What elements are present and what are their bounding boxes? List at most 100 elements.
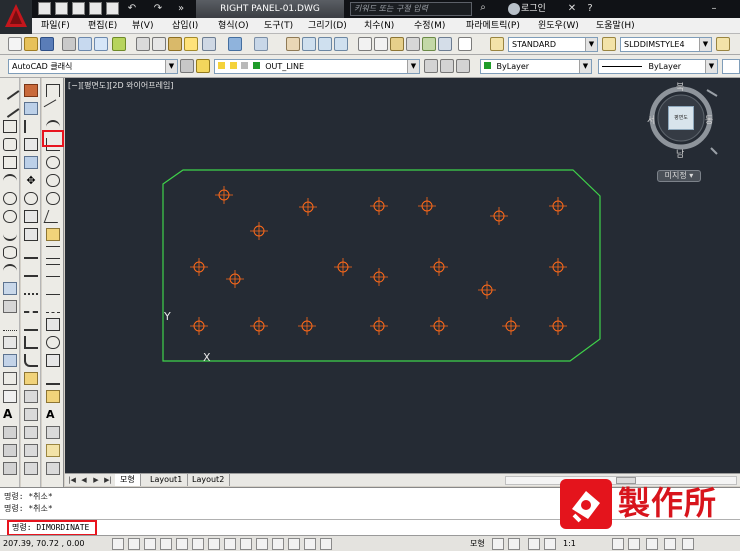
dimension-style-icon[interactable] (46, 444, 60, 457)
open-file-icon[interactable] (55, 2, 68, 15)
pan-status-icon[interactable] (528, 538, 540, 550)
print-icon[interactable] (62, 37, 76, 51)
menu-draw[interactable]: 그리기(D) (308, 18, 347, 34)
dimension-override-icon[interactable] (46, 462, 60, 475)
drawing-canvas[interactable]: Y X (65, 78, 740, 473)
menu-window[interactable]: 윈도우(W) (538, 18, 579, 34)
viewcube[interactable]: 북 남 동 서 평면도 (647, 82, 727, 164)
drawing-viewport[interactable]: Y X [−][평면도][2D 와이어프레임] 북 남 동 서 평면도 미지정 … (65, 78, 740, 473)
sheet-set-icon[interactable] (406, 37, 420, 51)
rectangle-icon[interactable] (3, 156, 17, 169)
viewport-controls-label[interactable]: [−][평면도][2D 와이어프레임] (68, 80, 173, 91)
add-selected-icon[interactable] (3, 426, 17, 439)
make-current-layer-icon[interactable] (424, 59, 438, 73)
layer-select[interactable]: OUT_LINE ▼ (214, 59, 420, 74)
hole-marker[interactable] (215, 186, 233, 204)
save-as-icon[interactable] (89, 2, 102, 15)
angular-dimension-icon[interactable] (43, 210, 63, 223)
hole-marker[interactable] (190, 317, 208, 335)
last-tab-icon[interactable]: ▶| (103, 475, 113, 485)
snap-mode-icon[interactable] (128, 538, 140, 550)
hardware-acceleration-icon[interactable] (664, 538, 676, 550)
print-preview-icon[interactable] (78, 37, 92, 51)
first-tab-icon[interactable]: |◀ (67, 475, 77, 485)
qnew-icon[interactable] (8, 37, 22, 51)
scale-icon[interactable] (24, 210, 38, 223)
quick-dimension-icon[interactable] (46, 228, 60, 241)
arc-icon[interactable] (3, 174, 17, 187)
color-select[interactable]: ByLayer ▼ (480, 59, 592, 74)
hole-marker[interactable] (502, 317, 520, 335)
inspection-icon[interactable] (46, 354, 60, 367)
dynamic-ucs-icon[interactable] (240, 538, 252, 550)
design-center-icon[interactable] (374, 37, 388, 51)
3d-object-snap-icon[interactable] (208, 538, 220, 550)
tool-palettes-icon[interactable] (390, 37, 404, 51)
transparency-icon[interactable] (288, 538, 300, 550)
undo-icon[interactable]: ↶ (126, 3, 138, 15)
hole-marker[interactable] (334, 258, 352, 276)
radius-dimension-icon[interactable] (46, 156, 60, 169)
hole-marker[interactable] (549, 258, 567, 276)
minimize-icon[interactable]: – (708, 3, 720, 15)
wipeout-icon[interactable] (3, 462, 17, 475)
quick-access-more-icon[interactable]: » (175, 3, 187, 15)
lineweight-select[interactable] (722, 59, 740, 74)
copy-icon[interactable] (152, 37, 166, 51)
hole-marker[interactable] (430, 258, 448, 276)
zoom-window-icon[interactable] (318, 37, 332, 51)
polyline-icon[interactable] (3, 120, 17, 133)
model-space-toggle[interactable]: 모형 (470, 536, 485, 551)
explode-icon[interactable] (24, 372, 38, 385)
join-icon[interactable] (24, 318, 38, 331)
viewcube-top-face[interactable]: 평면도 (668, 106, 694, 130)
layer-properties-icon[interactable] (196, 59, 210, 73)
hole-marker[interactable] (370, 268, 388, 286)
compass-east[interactable]: 동 (705, 113, 713, 126)
hole-marker[interactable] (549, 317, 567, 335)
isolate-objects-icon[interactable] (646, 538, 658, 550)
lineweight-icon[interactable] (272, 538, 284, 550)
chamfer-icon[interactable] (24, 336, 38, 349)
menu-help[interactable]: 도움말(H) (596, 18, 635, 34)
menu-edit[interactable]: 편집(E) (88, 18, 117, 34)
hole-marker[interactable] (298, 317, 316, 335)
save-toolbar-icon[interactable] (40, 37, 54, 51)
jogged-dimension-icon[interactable] (46, 174, 60, 187)
search-icon[interactable]: ⌕ (476, 2, 490, 16)
jogged-linear-icon[interactable] (46, 372, 60, 385)
object-snap-tracking-icon[interactable] (224, 538, 236, 550)
revision-cloud-icon[interactable] (3, 210, 17, 223)
polygon-icon[interactable] (3, 138, 17, 151)
erase-icon[interactable] (24, 84, 38, 97)
circle-icon[interactable] (3, 192, 17, 205)
selection-cycling-icon[interactable] (320, 538, 332, 550)
cursor-coordinates[interactable]: 207.39, 70.72 , 0.00 (3, 536, 84, 551)
edit-spline-icon[interactable] (24, 462, 38, 475)
line-icon[interactable] (0, 81, 20, 100)
lock-ui-icon[interactable] (628, 538, 640, 550)
quick-view-layouts-icon[interactable] (492, 538, 504, 550)
tab-layout1[interactable]: Layout1 (145, 474, 189, 486)
ellipse-icon[interactable] (3, 246, 17, 259)
hole-marker[interactable] (370, 317, 388, 335)
multiline-text-icon[interactable]: A (3, 408, 17, 421)
hole-marker[interactable] (226, 270, 244, 288)
dim-style-icon[interactable] (602, 37, 616, 51)
stretch-icon[interactable] (24, 228, 38, 241)
quick-properties-icon[interactable] (304, 538, 316, 550)
menu-tools[interactable]: 도구(T) (264, 18, 293, 34)
named-view-menu[interactable]: 미지정 ▾ (657, 170, 701, 182)
hole-marker[interactable] (478, 281, 496, 299)
linetype-select[interactable]: ByLayer ▼ (598, 59, 718, 74)
center-mark-icon[interactable] (46, 336, 60, 349)
menu-format[interactable]: 형식(O) (218, 18, 249, 34)
menu-dimension[interactable]: 치수(N) (364, 18, 394, 34)
zoom-status-icon[interactable] (544, 538, 556, 550)
copy-object-icon[interactable] (24, 102, 38, 115)
redo-icon[interactable]: ↷ (152, 3, 164, 15)
make-block-icon[interactable] (3, 300, 17, 313)
properties-icon[interactable] (358, 37, 372, 51)
pan-icon[interactable] (286, 37, 300, 51)
point-icon[interactable] (3, 318, 17, 331)
